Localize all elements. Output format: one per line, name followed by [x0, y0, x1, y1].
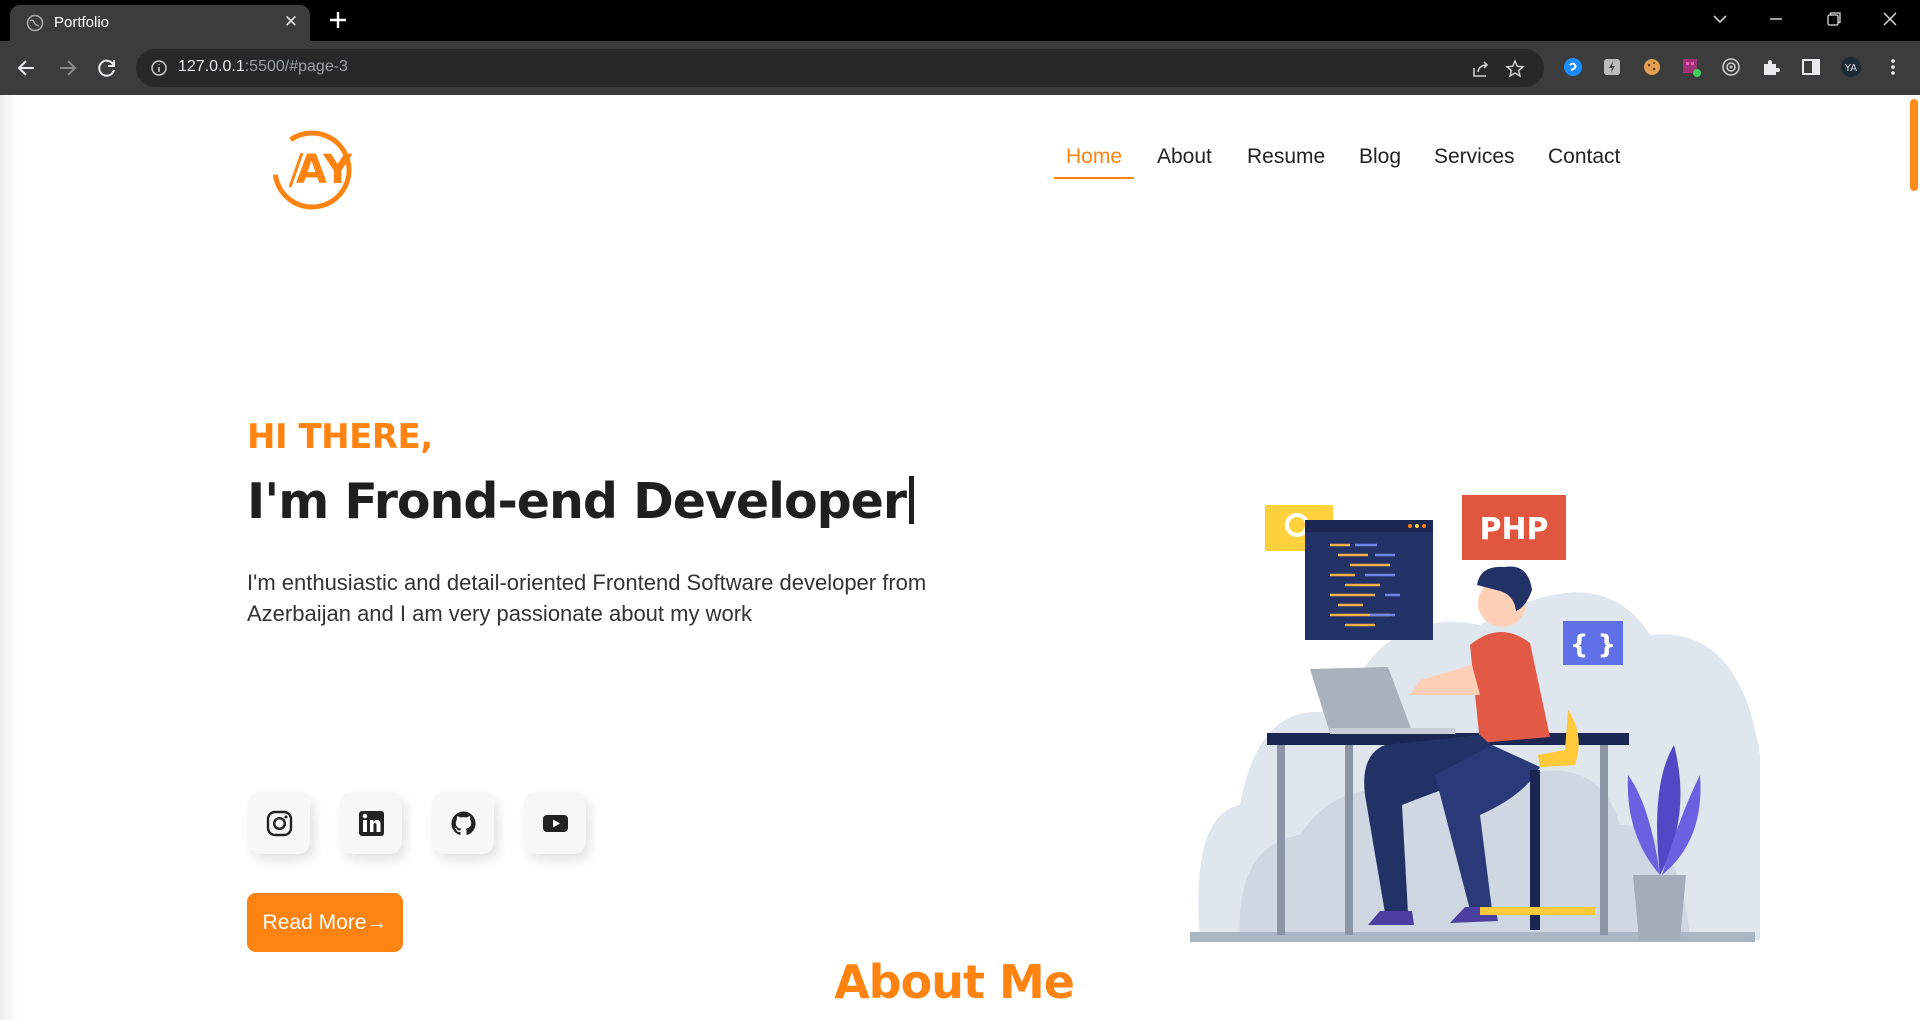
record-extension-icon[interactable] [1720, 56, 1742, 78]
github-icon [451, 811, 476, 835]
address-bar[interactable]: 127.0.0.1:5500/#page-3 [136, 49, 1544, 87]
reload-icon[interactable] [94, 55, 120, 81]
developer-illustration: PHP { } [1190, 495, 1760, 942]
linkedin-icon [359, 811, 384, 836]
scrollbar-thumb[interactable] [1910, 99, 1918, 191]
menu-kebab-icon[interactable] [1882, 56, 1904, 78]
back-icon[interactable] [14, 55, 40, 81]
bookmark-star-icon[interactable] [1504, 58, 1526, 80]
browser-tab[interactable]: Portfolio ✕ [10, 5, 310, 41]
profile-avatar-icon[interactable]: YA [1840, 56, 1862, 78]
side-panel-icon[interactable] [1800, 56, 1822, 78]
share-icon[interactable] [1470, 58, 1492, 80]
instagram-button[interactable] [248, 792, 310, 854]
minimize-icon[interactable] [1756, 4, 1796, 34]
php-tag-label: PHP [1479, 512, 1548, 547]
browser-toolbar: 127.0.0.1:5500/#page-3 [0, 41, 1920, 95]
new-tab-icon[interactable] [326, 8, 350, 32]
youtube-icon [543, 815, 568, 832]
site-info-icon[interactable] [150, 59, 168, 77]
color-picker-extension-icon[interactable] [1680, 56, 1702, 78]
page-edge-shadow [0, 95, 18, 1020]
nav-item-services[interactable]: Services [1434, 145, 1515, 177]
globe-icon [26, 14, 44, 32]
hero-intro: I'm enthusiastic and detail-oriented Fro… [247, 570, 927, 626]
nav-item-about[interactable]: About [1157, 145, 1212, 177]
linkedin-button[interactable] [340, 792, 402, 854]
url-text[interactable]: 127.0.0.1:5500/#page-3 [178, 58, 348, 76]
nav-item-resume[interactable]: Resume [1247, 145, 1325, 177]
site-logo[interactable]: AY [262, 125, 372, 215]
scrollbar[interactable] [1908, 95, 1920, 1020]
close-window-icon[interactable] [1870, 4, 1910, 34]
restore-icon[interactable] [1813, 4, 1853, 34]
nav-item-contact[interactable]: Contact [1548, 145, 1620, 177]
shazam-extension-icon[interactable] [1562, 56, 1584, 78]
logo-letters: AY [296, 147, 353, 193]
svg-text:YA: YA [1844, 63, 1857, 74]
tab-title: Portfolio [54, 14, 110, 31]
nav-item-home[interactable]: Home [1054, 145, 1135, 179]
extensions-puzzle-icon[interactable] [1760, 56, 1782, 78]
about-section-title: About Me [834, 955, 1075, 1009]
bolt-extension-icon[interactable] [1601, 56, 1623, 78]
hero-greeting: HI THERE, [247, 417, 433, 457]
hero-headline: I'm Frond-end Developer [247, 473, 915, 530]
github-button[interactable] [432, 792, 494, 854]
hero-headline-text: I'm Frond-end Developer [247, 473, 907, 530]
read-more-button[interactable]: Read More→ [247, 893, 403, 952]
url-host: 127.0.0.1 [178, 58, 245, 75]
browser-tabstrip: Portfolio ✕ [0, 0, 1920, 41]
braces-tag-label: { } [1570, 630, 1616, 660]
youtube-button[interactable] [524, 792, 586, 854]
page-viewport: AY Home About Resume Blog Services Conta… [0, 95, 1920, 1020]
instagram-icon [266, 810, 293, 837]
nav-item-blog[interactable]: Blog [1359, 145, 1401, 177]
forward-icon[interactable] [54, 55, 80, 81]
close-tab-icon[interactable]: ✕ [280, 11, 302, 33]
typing-cursor [909, 476, 915, 524]
url-path: :5500/#page-3 [244, 58, 348, 75]
cookie-extension-icon[interactable] [1641, 56, 1663, 78]
tab-search-icon[interactable] [1700, 4, 1740, 34]
